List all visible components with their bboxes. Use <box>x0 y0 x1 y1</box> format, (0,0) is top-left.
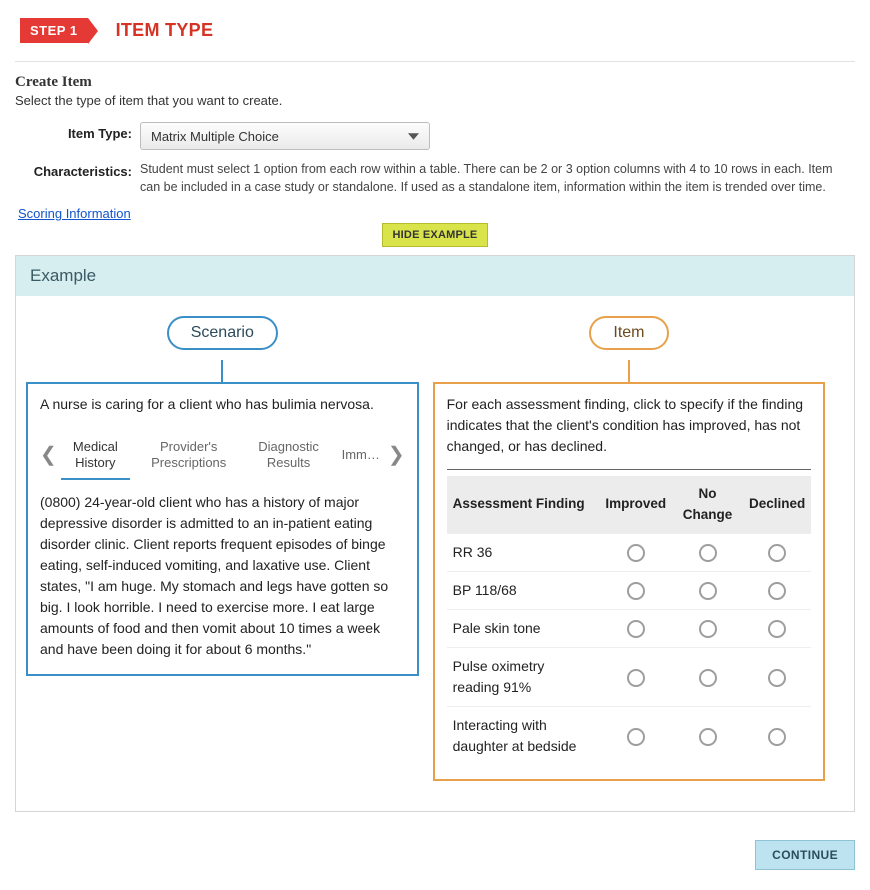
step-header: STEP 1 ITEM TYPE <box>20 18 855 43</box>
radio-improved[interactable] <box>627 620 645 638</box>
scenario-panel: A nurse is caring for a client who has b… <box>26 382 419 676</box>
example-body: Scenario A nurse is caring for a client … <box>16 296 854 811</box>
table-header-row: Assessment Finding Improved No Change De… <box>447 476 812 533</box>
scenario-body-text: (0800) 24-year-old client who has a hist… <box>40 492 405 660</box>
scoring-information-link[interactable]: Scoring Information <box>18 206 131 221</box>
item-lead: For each assessment finding, click to sp… <box>447 394 812 457</box>
radio-declined[interactable] <box>768 728 786 746</box>
col-declined: Declined <box>743 476 811 533</box>
item-type-value: Matrix Multiple Choice <box>151 129 279 144</box>
scenario-column: Scenario A nurse is caring for a client … <box>26 316 419 676</box>
create-heading: Create Item <box>15 74 855 91</box>
example-panel: Example Scenario A nurse is caring for a… <box>15 255 855 812</box>
scenario-label: Scenario <box>167 316 278 350</box>
radio-declined[interactable] <box>768 669 786 687</box>
table-row: Interacting with daughter at bedside <box>447 706 812 765</box>
assessment-table: Assessment Finding Improved No Change De… <box>447 476 812 765</box>
radio-nochange[interactable] <box>699 582 717 600</box>
tab-prev-chevron-icon[interactable]: ❮ <box>40 440 57 470</box>
radio-improved[interactable] <box>627 582 645 600</box>
radio-declined[interactable] <box>768 620 786 638</box>
example-header: Example <box>16 256 854 296</box>
table-row: RR 36 <box>447 533 812 571</box>
step-title: ITEM TYPE <box>116 20 214 41</box>
tab-next-chevron-icon[interactable]: ❯ <box>388 440 405 470</box>
radio-nochange[interactable] <box>699 728 717 746</box>
item-type-label: Item Type: <box>15 122 140 141</box>
finding-cell: Interacting with daughter at bedside <box>447 706 600 765</box>
item-label: Item <box>589 316 668 350</box>
chevron-down-icon <box>408 131 419 142</box>
item-panel: For each assessment finding, click to sp… <box>433 382 826 781</box>
radio-nochange[interactable] <box>699 544 717 562</box>
tab-truncated[interactable]: Imm… <box>334 437 388 473</box>
characteristics-label: Characteristics: <box>15 160 140 179</box>
finding-cell: Pale skin tone <box>447 609 600 647</box>
col-finding: Assessment Finding <box>447 476 600 533</box>
radio-declined[interactable] <box>768 544 786 562</box>
item-type-select[interactable]: Matrix Multiple Choice <box>140 122 430 150</box>
item-column: Item For each assessment finding, click … <box>433 316 826 781</box>
hide-example-button[interactable]: HIDE EXAMPLE <box>382 223 489 247</box>
scenario-lead: A nurse is caring for a client who has b… <box>40 394 405 415</box>
radio-improved[interactable] <box>627 669 645 687</box>
col-nochange: No Change <box>672 476 743 533</box>
divider <box>15 61 855 62</box>
table-row: Pale skin tone <box>447 609 812 647</box>
scenario-tabbar: ❮ Medical History Provider's Prescriptio… <box>40 429 405 480</box>
footer: CONTINUE <box>15 812 855 870</box>
create-subheading: Select the type of item that you want to… <box>15 93 855 108</box>
finding-cell: RR 36 <box>447 533 600 571</box>
tab-providers-prescriptions[interactable]: Provider's Prescriptions <box>134 429 244 480</box>
col-improved: Improved <box>599 476 672 533</box>
continue-button[interactable]: CONTINUE <box>755 840 855 870</box>
item-divider <box>447 469 812 470</box>
radio-nochange[interactable] <box>699 669 717 687</box>
characteristics-text: Student must select 1 option from each r… <box>140 160 840 196</box>
radio-declined[interactable] <box>768 582 786 600</box>
finding-cell: Pulse oximetry reading 91% <box>447 647 600 706</box>
connector-line <box>26 360 419 382</box>
step-badge: STEP 1 <box>20 18 88 43</box>
finding-cell: BP 118/68 <box>447 571 600 609</box>
tab-medical-history[interactable]: Medical History <box>57 429 134 480</box>
table-row: Pulse oximetry reading 91% <box>447 647 812 706</box>
radio-improved[interactable] <box>627 544 645 562</box>
radio-improved[interactable] <box>627 728 645 746</box>
connector-line <box>433 360 826 382</box>
table-row: BP 118/68 <box>447 571 812 609</box>
radio-nochange[interactable] <box>699 620 717 638</box>
tab-diagnostic-results[interactable]: Diagnostic Results <box>244 429 334 480</box>
